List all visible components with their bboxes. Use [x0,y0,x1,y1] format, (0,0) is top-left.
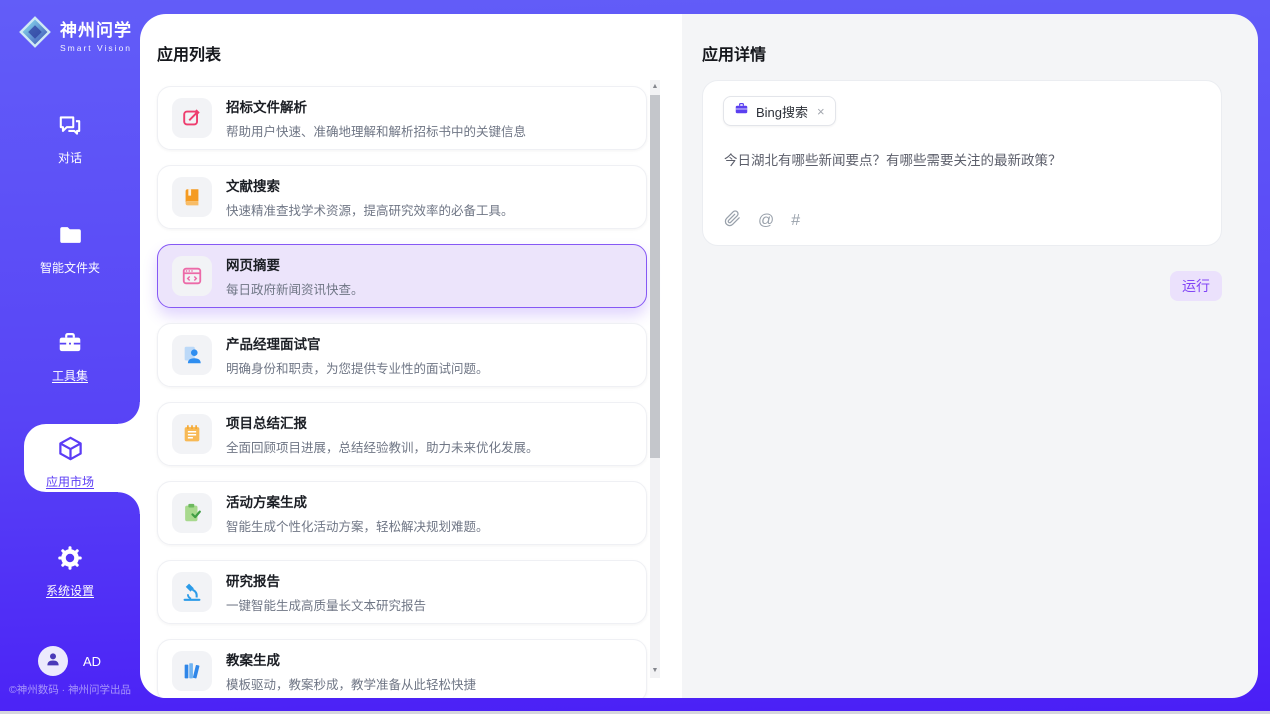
sidebar-item-app-market[interactable]: 应用市场 [0,435,140,490]
app-desc: 快速精准查找学术资源，提高研究效率的必备工具。 [226,200,514,219]
user-account[interactable]: AD [38,646,101,676]
app-card-project-summary[interactable]: 项目总结汇报 全面回顾项目进展，总结经验教训，助力未来优化发展。 [157,402,647,466]
interviewer-icon [172,335,212,375]
composer-toolbar: @ # [724,210,800,232]
app-card-research-report[interactable]: 研究报告 一键智能生成高质量长文本研究报告 [157,560,647,624]
app-desc: 全面回顾项目进展，总结经验教训，助力未来优化发展。 [226,437,539,456]
user-avatar-icon [44,650,62,673]
app-name: 网页摘要 [226,254,364,274]
book-icon [172,177,212,217]
app-card-literature-search[interactable]: 文献搜索 快速精准查找学术资源，提高研究效率的必备工具。 [157,165,647,229]
prompt-text[interactable]: 今日湖北有哪些新闻要点？有哪些需要关注的最新政策？ [724,151,1203,171]
browser-code-icon [172,256,212,296]
gear-icon [57,558,83,575]
app-list-panel: 应用列表 招标文件解析 帮助用户快速、准确地理解和解析招标书中的关键信息 [140,14,682,698]
run-button[interactable]: 运行 [1170,271,1222,301]
cube-icon [57,449,84,466]
sidebar-item-chat[interactable]: 对话 [0,112,140,166]
app-name: 文献搜索 [226,175,514,195]
app-list: 招标文件解析 帮助用户快速、准确地理解和解析招标书中的关键信息 文献搜索 [157,86,647,698]
microscope-icon [172,572,212,612]
scrollbar-up-arrow-icon[interactable]: ▲ [650,82,660,92]
user-name: AD [83,654,101,669]
app-name: 招标文件解析 [226,96,526,116]
sidebar: 神州问学 Smart Vision 对话 智能文件夹 [0,0,140,714]
sidebar-item-label: 对话 [0,149,140,166]
app-name: 活动方案生成 [226,491,489,511]
sidebar-item-label: 智能文件夹 [0,259,140,276]
main-content: 应用列表 招标文件解析 帮助用户快速、准确地理解和解析招标书中的关键信息 [140,14,1258,698]
edit-doc-icon [172,98,212,138]
brand-logo: 神州问学 Smart Vision [18,15,132,54]
app-list-title: 应用列表 [157,41,221,65]
app-card-web-summary[interactable]: 网页摘要 每日政府新闻资讯快查。 [157,244,647,308]
app-desc: 帮助用户快速、准确地理解和解析招标书中的关键信息 [226,121,526,140]
app-name: 研究报告 [226,570,426,590]
clipboard-check-icon [172,493,212,533]
brand-subtitle: Smart Vision [60,43,132,53]
avatar [38,646,68,676]
tool-chip-bing-search[interactable]: Bing搜索 × [723,96,836,126]
scrollbar-down-arrow-icon[interactable]: ▼ [650,666,660,676]
app-card-bid-doc-parse[interactable]: 招标文件解析 帮助用户快速、准确地理解和解析招标书中的关键信息 [157,86,647,150]
app-desc: 明确身份和职责，为您提供专业性的面试问题。 [226,358,489,377]
briefcase-icon [734,101,749,121]
sidebar-item-toolset[interactable]: 工具集 [0,330,140,384]
list-scrollbar[interactable]: ▲ ▼ [650,80,660,678]
attachment-icon[interactable] [724,210,741,232]
app-name: 教案生成 [226,649,476,669]
app-name: 产品经理面试官 [226,333,489,353]
prompt-composer-card[interactable]: Bing搜索 × 今日湖北有哪些新闻要点？有哪些需要关注的最新政策？ @ # [702,80,1222,246]
app-card-activity-plan[interactable]: 活动方案生成 智能生成个性化活动方案，轻松解决规划难题。 [157,481,647,545]
app-detail-panel: 应用详情 Bing搜索 × 今日湖北有哪些新闻要点？有哪些需要关注的最新政策？ [682,14,1258,698]
app-card-pm-interviewer[interactable]: 产品经理面试官 明确身份和职责，为您提供专业性的面试问题。 [157,323,647,387]
app-name: 项目总结汇报 [226,412,539,432]
books-icon [172,651,212,691]
app-desc: 每日政府新闻资讯快查。 [226,279,364,298]
sidebar-item-settings[interactable]: 系统设置 [0,545,140,599]
sidebar-item-label: 应用市场 [0,473,140,490]
chip-close-icon[interactable]: × [817,104,825,119]
app-card-lesson-plan[interactable]: 教案生成 模板驱动，教案秒成，教学准备从此轻松快捷 [157,639,647,698]
app-desc: 一键智能生成高质量长文本研究报告 [226,595,426,614]
toolbox-icon [57,343,83,360]
app-window: 神州问学 Smart Vision 对话 智能文件夹 [0,0,1270,714]
folder-icon [57,235,83,252]
app-desc: 模板驱动，教案秒成，教学准备从此轻松快捷 [226,674,476,693]
scrollbar-thumb[interactable] [650,95,660,458]
hash-icon[interactable]: # [791,213,800,229]
tool-chip-label: Bing搜索 [756,102,808,121]
diamond-logo-icon [18,15,52,54]
app-desc: 智能生成个性化活动方案，轻松解决规划难题。 [226,516,489,535]
sidebar-item-label: 工具集 [0,367,140,384]
copyright-footer: ©神州数码 · 神州问学出品 [0,682,140,697]
sidebar-item-label: 系统设置 [0,582,140,599]
sidebar-item-smart-folder[interactable]: 智能文件夹 [0,222,140,276]
brand-name: 神州问学 [60,16,132,41]
app-detail-title: 应用详情 [702,41,766,65]
mention-icon[interactable]: @ [758,213,774,229]
chat-icon [57,125,83,142]
memo-icon [172,414,212,454]
